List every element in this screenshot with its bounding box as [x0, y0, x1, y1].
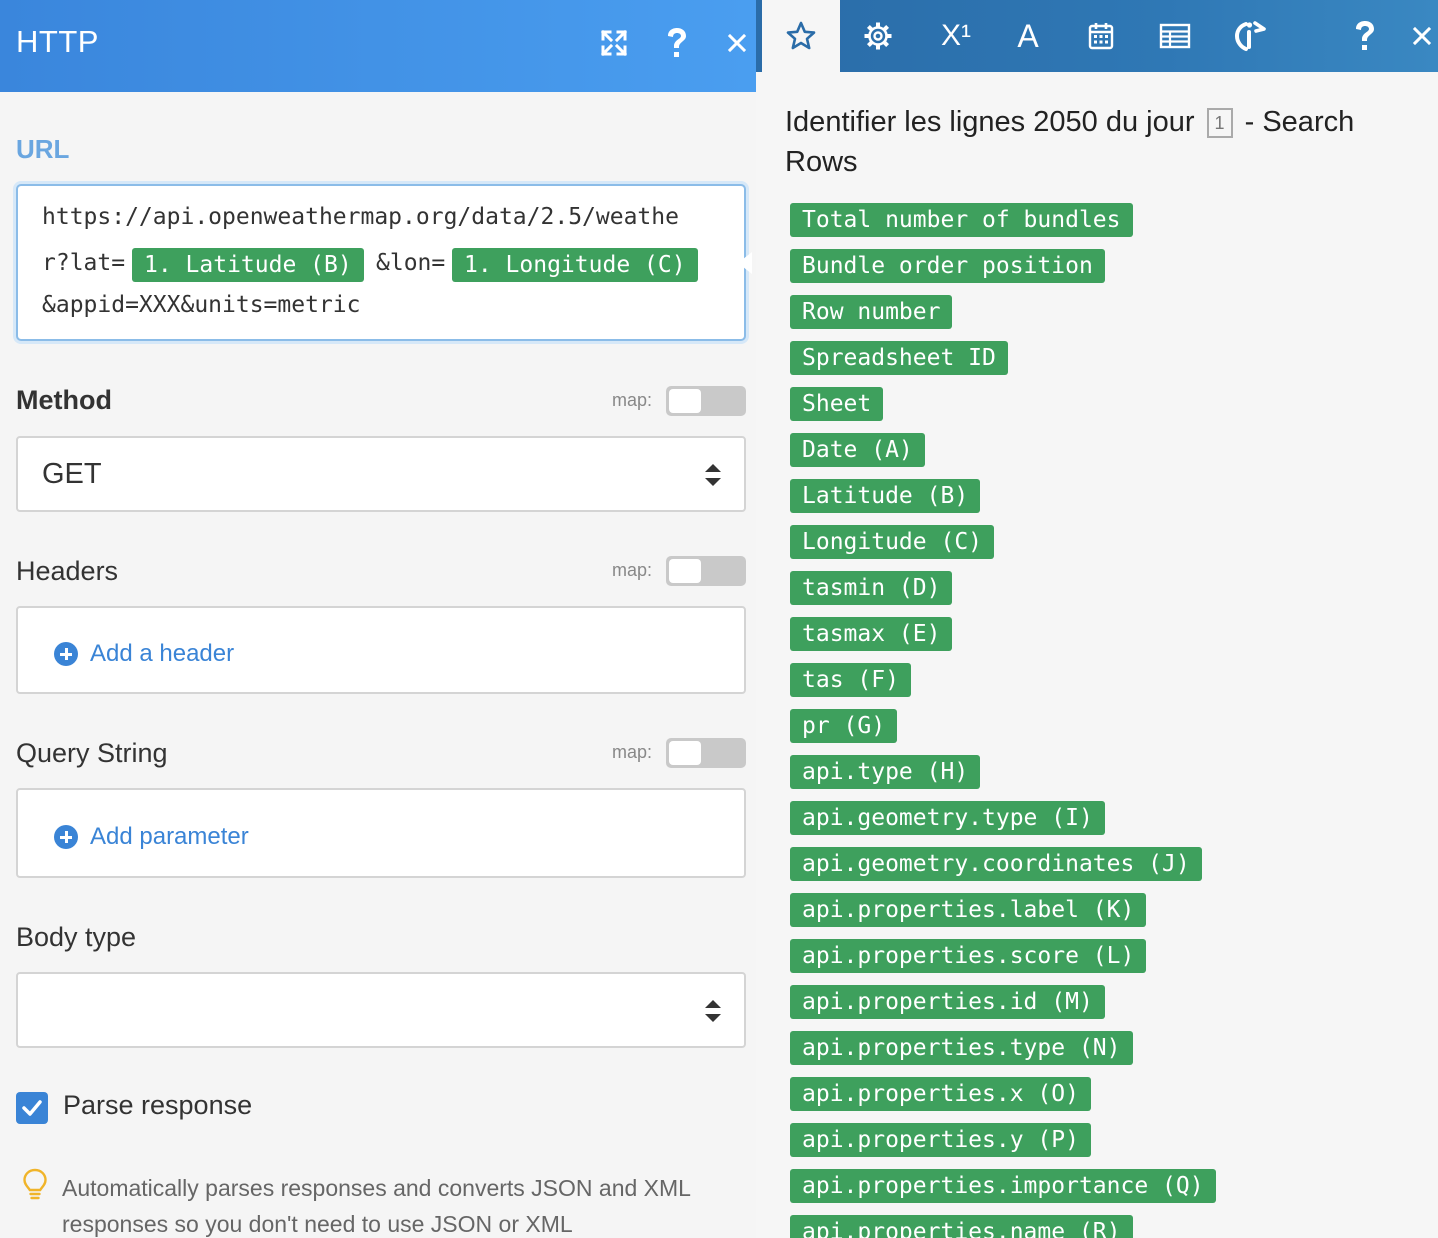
- tab-text-functions[interactable]: A: [1012, 0, 1044, 72]
- panel-title: HTTP: [16, 24, 99, 59]
- toggle-knob: [669, 741, 701, 765]
- mappable-item-tag[interactable]: Row number: [790, 295, 953, 329]
- method-map-label: map:: [612, 390, 653, 410]
- mappable-item-tag[interactable]: Total number of bundles: [790, 203, 1133, 237]
- toggle-knob: [669, 389, 701, 413]
- mapper-icon: [1234, 21, 1266, 51]
- tab-custom-functions[interactable]: [1234, 0, 1268, 72]
- url-text-line-2-prefix: r?lat=: [42, 250, 126, 276]
- superscript-icon: X¹: [941, 19, 971, 52]
- mappable-item-tag[interactable]: api.properties.x (O): [790, 1077, 1091, 1111]
- query-string-map-label: map:: [612, 742, 653, 762]
- help-icon[interactable]: [662, 26, 692, 60]
- parse-response-checkbox[interactable]: [16, 1092, 48, 1124]
- tab-array-functions[interactable]: [1158, 0, 1192, 72]
- panel-header: HTTP: [0, 0, 756, 92]
- headers-map-toggle[interactable]: [666, 556, 746, 586]
- mappable-item-tag[interactable]: Spreadsheet ID: [790, 341, 1008, 375]
- add-parameter-button[interactable]: Add parameter: [54, 823, 249, 851]
- query-string-box: Add parameter: [16, 788, 746, 878]
- mapping-help-button[interactable]: [1350, 0, 1380, 72]
- url-label: URL: [16, 134, 70, 164]
- mappable-item-tag[interactable]: api.type (H): [790, 755, 981, 789]
- parse-response-label: Parse response: [63, 1090, 253, 1120]
- method-map-toggle[interactable]: [666, 386, 746, 416]
- lightbulb-icon: [23, 1168, 47, 1200]
- mappable-item-tag[interactable]: api.properties.y (P): [790, 1123, 1091, 1157]
- expand-icon[interactable]: [598, 26, 630, 60]
- headers-box: Add a header: [16, 606, 746, 694]
- question-icon: [1356, 21, 1374, 50]
- mappable-item-tag[interactable]: Sheet: [790, 387, 884, 421]
- url-mapping-pointer: [738, 252, 752, 274]
- mappable-item-tag[interactable]: api.properties.score (L): [790, 939, 1147, 973]
- mappable-item-tag[interactable]: tasmax (E): [790, 617, 953, 651]
- star-icon: [786, 21, 816, 50]
- mappable-item-tag[interactable]: pr (G): [790, 709, 898, 743]
- headers-label: Headers: [16, 556, 119, 586]
- mappable-item-tag[interactable]: api.properties.id (M): [790, 985, 1105, 1019]
- mappable-item-tag[interactable]: Latitude (B): [790, 479, 981, 513]
- http-module-panel: HTTP URL https://api.openweathermap.org/…: [0, 0, 756, 1238]
- add-header-label: Add a header: [90, 640, 235, 667]
- url-input[interactable]: https://api.openweathermap.org/data/2.5/…: [16, 184, 746, 341]
- url-latitude-pill[interactable]: 1. Latitude (B): [132, 248, 364, 282]
- mapping-close-button[interactable]: [1410, 0, 1434, 72]
- tab-general-functions[interactable]: [862, 0, 894, 72]
- url-text-line-3: &appid=XXX&units=metric: [42, 292, 361, 318]
- tab-favorites[interactable]: [762, 0, 840, 72]
- module-number-badge: 1: [1206, 108, 1233, 138]
- body-type-label: Body type: [16, 922, 137, 952]
- mapping-toolbar: X¹ A: [756, 0, 1438, 72]
- gear-icon: [864, 22, 892, 50]
- method-label: Method: [16, 385, 112, 415]
- plus-circle-icon: [54, 642, 78, 666]
- table-icon: [1159, 23, 1191, 49]
- text-icon: A: [1017, 17, 1039, 54]
- mappable-item-tag[interactable]: api.properties.type (N): [790, 1031, 1133, 1065]
- select-arrows-icon: [705, 464, 721, 486]
- query-string-label: Query String: [16, 738, 168, 768]
- mappable-item-tag[interactable]: tasmin (D): [790, 571, 953, 605]
- mappable-item-tag[interactable]: Date (A): [790, 433, 925, 467]
- method-select-value: GET: [42, 458, 102, 490]
- close-icon[interactable]: [724, 26, 750, 60]
- mappable-item-tag[interactable]: Longitude (C): [790, 525, 995, 559]
- toggle-knob: [669, 559, 701, 583]
- tab-math-functions[interactable]: X¹: [936, 0, 976, 72]
- select-arrows-icon: [705, 1000, 721, 1022]
- source-module-title: Identifier les lignes 2050 du jour 1 - S…: [785, 102, 1425, 182]
- tab-date-functions[interactable]: [1086, 0, 1116, 72]
- url-text-line-2-mid: &lon=: [376, 250, 446, 276]
- mapping-panel: X¹ A Identifier les lignes 2050 du jour …: [756, 0, 1438, 1238]
- parse-response-help: Automatically parses responses and conve…: [62, 1175, 691, 1237]
- module-title-prefix: Identifier les lignes 2050 du jour: [785, 106, 1195, 138]
- url-longitude-pill[interactable]: 1. Longitude (C): [452, 248, 698, 282]
- mappable-item-tag[interactable]: api.properties.label (K): [790, 893, 1147, 927]
- mappable-item-tag[interactable]: api.geometry.type (I): [790, 801, 1105, 835]
- mappable-item-tag[interactable]: api.properties.name (R): [790, 1215, 1133, 1238]
- mappable-item-tag[interactable]: Bundle order position: [790, 249, 1105, 283]
- check-icon: [22, 1100, 42, 1116]
- mappable-item-tag[interactable]: tas (F): [790, 663, 911, 697]
- add-parameter-label: Add parameter: [90, 823, 249, 850]
- url-text-line-1: https://api.openweathermap.org/data/2.5/…: [42, 204, 679, 230]
- body-type-select[interactable]: [16, 972, 746, 1048]
- add-header-button[interactable]: Add a header: [54, 640, 234, 668]
- mappable-item-tag[interactable]: api.properties.importance (Q): [790, 1169, 1216, 1203]
- calendar-icon: [1088, 23, 1114, 50]
- headers-map-label: map:: [612, 560, 653, 580]
- plus-circle-icon: [54, 825, 78, 849]
- query-string-map-toggle[interactable]: [666, 738, 746, 768]
- mappable-item-tag[interactable]: api.geometry.coordinates (J): [790, 847, 1202, 881]
- close-icon: [1412, 26, 1432, 46]
- method-select[interactable]: GET: [16, 436, 746, 512]
